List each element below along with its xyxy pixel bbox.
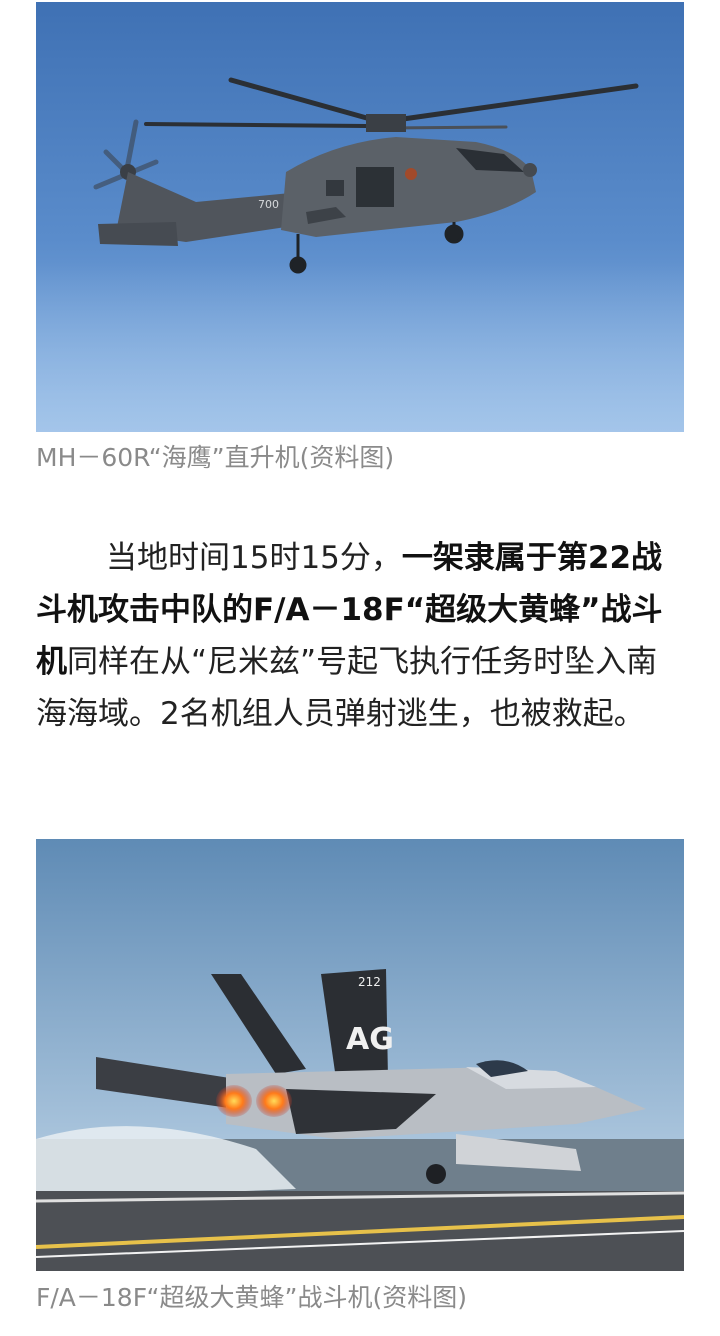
fighter-jet-illustration: AG 212: [36, 839, 684, 1271]
helicopter-illustration: 700: [36, 2, 684, 432]
fighter-jet-photo: AG 212: [36, 839, 684, 1271]
helicopter-photo: 700: [36, 2, 684, 432]
figure-caption: MH－60R“海鹰”直升机(资料图): [36, 443, 395, 472]
article-body: 当地时间15时15分，一架隶属于第22战斗机攻击中队的F/A－18F“超级大黄蜂…: [36, 532, 686, 740]
article-paragraph: 当地时间15时15分，一架隶属于第22战斗机攻击中队的F/A－18F“超级大黄蜂…: [36, 532, 686, 740]
figure-caption: F/A－18F“超级大黄蜂”战斗机(资料图): [36, 1283, 467, 1312]
jet-tail-letters: AG: [346, 1022, 394, 1057]
heli-tail-number: 700: [258, 198, 279, 211]
paragraph-lead: 当地时间15时15分，: [106, 540, 402, 576]
paragraph-rest: 同样在从“尼米兹”号起飞执行任务时坠入南海海域。2名机组人员弹射逃生，也被救起。: [36, 644, 658, 732]
jet-tail-number: 212: [358, 975, 381, 989]
